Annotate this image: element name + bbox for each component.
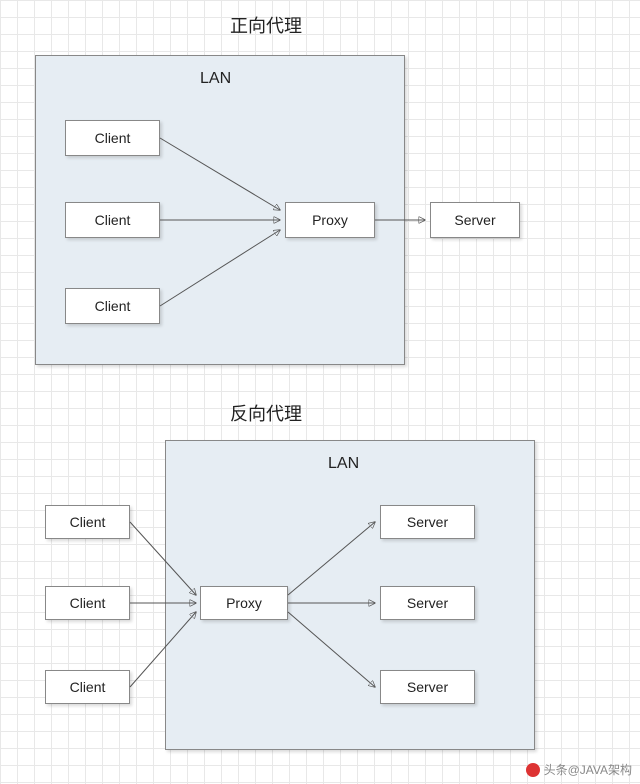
reverse-client-2: Client (45, 586, 130, 620)
forward-client-3: Client (65, 288, 160, 324)
reverse-lan-label: LAN (328, 455, 359, 473)
forward-proxy: Proxy (285, 202, 375, 238)
forward-title: 正向代理 (230, 12, 302, 38)
reverse-server-2: Server (380, 586, 475, 620)
reverse-proxy: Proxy (200, 586, 288, 620)
watermark-text: 头条@JAVA架构 (544, 761, 632, 778)
watermark-icon (526, 763, 540, 777)
forward-client-2: Client (65, 202, 160, 238)
reverse-title: 反向代理 (230, 400, 302, 426)
forward-lan-label: LAN (200, 70, 231, 88)
reverse-client-1: Client (45, 505, 130, 539)
forward-client-1: Client (65, 120, 160, 156)
reverse-server-1: Server (380, 505, 475, 539)
forward-server: Server (430, 202, 520, 238)
watermark: 头条@JAVA架构 (526, 761, 632, 778)
reverse-client-3: Client (45, 670, 130, 704)
reverse-server-3: Server (380, 670, 475, 704)
